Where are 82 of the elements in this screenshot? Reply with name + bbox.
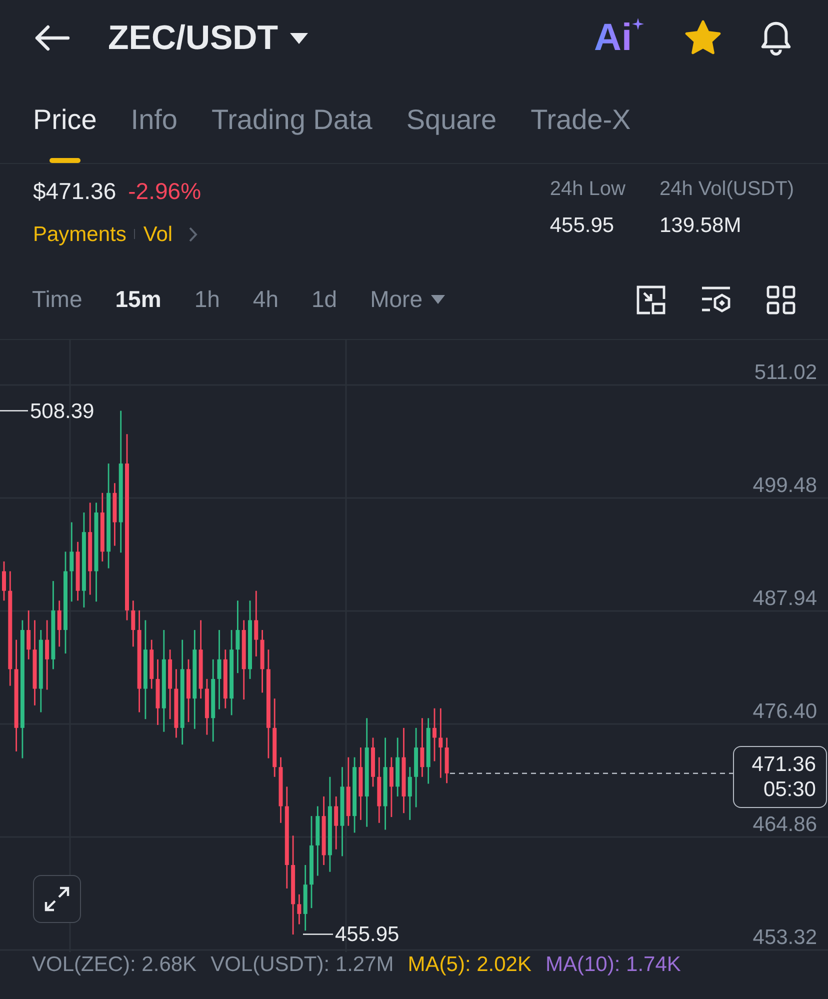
candlestick (100, 492, 104, 562)
price-axis-label: 487.94 (752, 588, 817, 609)
pair-selector[interactable]: ZEC/USDT (108, 12, 308, 64)
candlestick (156, 659, 160, 725)
candlestick (297, 894, 302, 924)
candlestick (316, 806, 320, 876)
candlestick (408, 767, 412, 820)
candlestick (150, 640, 154, 689)
stat-label: 24h Vol(USDT) (660, 177, 794, 202)
candlestick (278, 757, 283, 823)
interval-tab[interactable]: More (370, 282, 444, 317)
stat-label: 24h Low (550, 177, 626, 202)
fullscreen-button[interactable] (33, 875, 81, 923)
candlestick (371, 738, 375, 787)
volume-indicator: VOL(ZEC): 2.68K (32, 953, 197, 977)
candlestick (432, 708, 436, 762)
last-price: $471.36 (33, 177, 116, 206)
price-axis-label: 476.40 (752, 701, 817, 722)
candlestick (334, 796, 338, 850)
candlestick (420, 718, 424, 777)
candlestick (131, 600, 136, 647)
candlestick (322, 796, 326, 865)
volume-indicator: VOL(USDT): 1.27M (210, 953, 394, 977)
candlestick (377, 757, 382, 823)
low-price-label: 455.95 (335, 924, 400, 946)
leader-line (0, 410, 28, 412)
interval-tab[interactable]: Time (32, 282, 82, 317)
candlestick (260, 630, 264, 693)
tab-indicator (49, 158, 80, 163)
tab[interactable]: Price (33, 76, 97, 163)
candlestick (168, 650, 172, 720)
interval-tab[interactable]: 4h (252, 282, 278, 317)
indicator-settings-icon[interactable] (700, 286, 732, 314)
expand-icon (44, 886, 70, 912)
tab[interactable]: Trade-X (530, 76, 631, 163)
candlestick (174, 669, 178, 738)
high-price-label: 508.39 (30, 400, 94, 422)
picture-in-picture-icon[interactable] (636, 284, 666, 314)
volume-indicator: MA(10): 1.74K (546, 953, 681, 977)
candlestick (45, 620, 50, 690)
category-tag[interactable]: Payments (33, 218, 126, 250)
candlestick (254, 590, 258, 656)
candlestick (346, 757, 350, 826)
leader-line (303, 934, 333, 935)
candlestick (396, 738, 400, 796)
candlestick (2, 561, 6, 601)
category-tag[interactable]: Vol (143, 218, 173, 250)
tab[interactable]: Info (130, 76, 178, 163)
price-axis-label: 453.32 (752, 927, 817, 948)
interval-tab[interactable]: 1h (194, 282, 220, 317)
candlestick (389, 757, 394, 818)
price-change: -2.96% (128, 177, 202, 206)
back-arrow-icon[interactable] (34, 24, 70, 52)
tab[interactable]: Square (406, 76, 497, 163)
candlestick (112, 483, 117, 546)
candlestick (438, 708, 443, 778)
candlestick (57, 600, 62, 647)
chevron-right-icon[interactable] (188, 226, 198, 242)
candlestick (223, 650, 228, 708)
candlestick (186, 659, 190, 722)
stat-value: 139.58M (660, 213, 742, 239)
price-axis-label: 464.86 (752, 814, 817, 835)
tab[interactable]: Trading Data (212, 76, 372, 163)
caret-icon (290, 32, 308, 44)
price-axis-label: 511.02 (754, 362, 817, 383)
volume-indicator: MA(5): 2.02K (408, 953, 532, 977)
star-icon[interactable] (684, 20, 722, 56)
interval-tab[interactable]: 1d (312, 282, 338, 317)
candlestick (204, 678, 209, 735)
candlestick (26, 610, 31, 660)
current-price: 471.36 (752, 754, 816, 776)
interval-tab[interactable]: 15m (115, 282, 162, 317)
caret-icon (430, 295, 444, 304)
candlestick (303, 865, 308, 931)
candle-countdown: 05:30 (763, 779, 816, 800)
grid-icon[interactable] (766, 284, 796, 314)
candlestick (76, 542, 80, 601)
candlestick (444, 738, 449, 784)
candlestick (426, 718, 430, 784)
sparkle-icon (632, 18, 644, 30)
price-axis-label: 499.48 (752, 475, 817, 496)
stat-value: 455.95 (550, 213, 616, 239)
